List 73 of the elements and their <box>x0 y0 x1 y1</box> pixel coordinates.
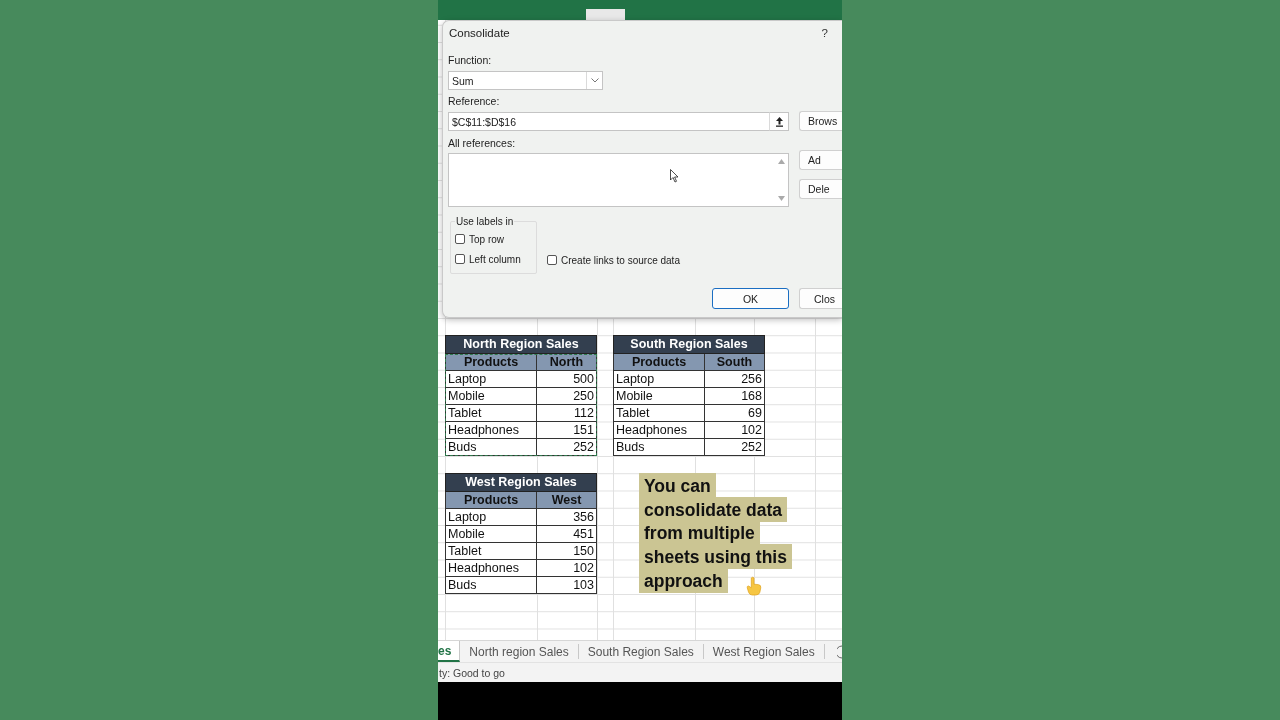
table-cell: Mobile <box>445 388 537 406</box>
table-cell: Buds <box>445 439 537 457</box>
function-dropdown[interactable]: Sum <box>448 71 603 90</box>
table-cell: Laptop <box>613 371 705 389</box>
table-cell: Buds <box>613 439 705 457</box>
close-button[interactable]: Clos <box>799 288 842 309</box>
column-header: Products <box>445 492 537 510</box>
dialog-title: Consolidate <box>449 27 510 39</box>
sheet-tab[interactable]: es <box>438 641 461 662</box>
help-button[interactable]: ? <box>821 27 828 39</box>
group-label: Use labels in <box>455 216 515 227</box>
checkbox[interactable] <box>455 234 465 244</box>
upload-arrow-icon <box>774 116 784 127</box>
status-text: ty: Good to go <box>439 666 505 679</box>
table-cell: 103 <box>537 577 597 595</box>
sheet-tab[interactable]: North region Sales <box>460 644 579 659</box>
table-cell: Tablet <box>613 405 705 423</box>
table-title: West Region Sales <box>445 473 597 493</box>
sheet-tab[interactable]: West Region Sales <box>703 644 825 659</box>
table-cell: 168 <box>705 388 765 406</box>
table-cell: 69 <box>705 405 765 423</box>
checkbox-option[interactable]: Create links to source data <box>547 250 680 270</box>
ok-button[interactable]: OK <box>712 288 789 309</box>
add-sheet-icon[interactable] <box>837 644 842 659</box>
column-header: Products <box>613 354 705 372</box>
column-header: West <box>537 492 597 510</box>
sheet-tab[interactable]: South Region Sales <box>578 644 704 659</box>
table-cell: Headphones <box>613 422 705 440</box>
pointing-hand-icon <box>745 576 763 596</box>
table-cell: Buds <box>445 577 537 595</box>
collapse-dialog-button[interactable] <box>769 112 789 131</box>
table-cell: 150 <box>537 543 597 561</box>
checkbox-option[interactable]: Top row <box>455 229 530 249</box>
field-label: Reference: <box>448 94 501 108</box>
table-cell: 500 <box>537 371 597 389</box>
chevron-down-icon <box>590 78 599 83</box>
delete-button[interactable]: Dele <box>799 179 842 199</box>
table-cell: 151 <box>537 422 597 440</box>
column-header: North <box>537 354 597 372</box>
table-cell: Tablet <box>445 405 537 423</box>
table-cell: 451 <box>537 526 597 544</box>
table-cell: Laptop <box>445 509 537 527</box>
table-cell: Headphones <box>445 560 537 578</box>
table-cell: 102 <box>537 560 597 578</box>
checkbox[interactable] <box>455 254 465 264</box>
table-cell: 252 <box>537 439 597 457</box>
table-cell: 112 <box>537 405 597 423</box>
table-cell: 256 <box>705 371 765 389</box>
table-cell: 102 <box>705 422 765 440</box>
table-cell: Mobile <box>445 526 537 544</box>
checkbox-option[interactable]: Left column <box>455 249 530 269</box>
caption-text: You can consolidate data from multiple sheets using this approach <box>639 475 792 594</box>
scroll-up-icon[interactable] <box>777 159 785 164</box>
table-cell: Headphones <box>445 422 537 440</box>
table-cell: Tablet <box>445 543 537 561</box>
add-button[interactable]: Ad <box>799 150 842 170</box>
column-header: Products <box>445 354 537 372</box>
table-title: North Region Sales <box>445 335 597 355</box>
table-cell: 356 <box>537 509 597 527</box>
checkbox[interactable] <box>547 255 557 265</box>
references-list[interactable] <box>448 153 789 207</box>
table-title: South Region Sales <box>613 335 765 355</box>
table-cell: Laptop <box>445 371 537 389</box>
mouse-pointer-icon <box>670 169 679 183</box>
scroll-down-icon[interactable] <box>777 196 785 201</box>
reference-field[interactable]: $C$11:$D$16 <box>448 112 769 131</box>
column-header: South <box>705 354 765 372</box>
field-label: All references: <box>448 136 517 150</box>
field-label: Function: <box>448 53 493 67</box>
browse-button[interactable]: Brows <box>799 111 842 131</box>
table-cell: 252 <box>705 439 765 457</box>
table-cell: 250 <box>537 388 597 406</box>
table-cell: Mobile <box>613 388 705 406</box>
